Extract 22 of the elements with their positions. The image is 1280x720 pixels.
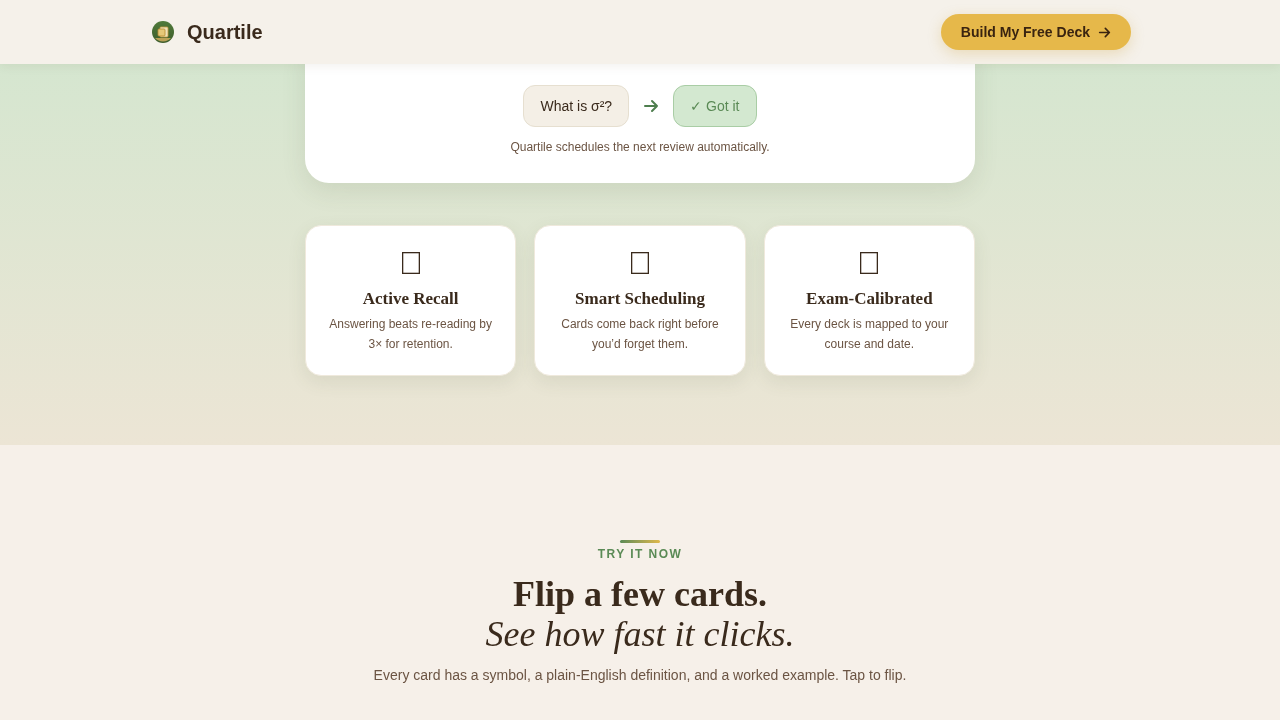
- accent-bar: [620, 540, 660, 543]
- arrow-right-icon: [1098, 25, 1111, 39]
- section-subheading: See how fast it clicks.: [485, 614, 795, 654]
- placeholder-glyph-icon: [631, 252, 649, 274]
- question-chip: What is σ²?: [523, 85, 630, 127]
- logo-icon: [152, 21, 174, 43]
- feature-title: Active Recall: [362, 289, 459, 309]
- feature-title: Smart Scheduling: [575, 289, 705, 309]
- feature-description: Every deck is mapped to your course and date.: [789, 316, 950, 353]
- feature-title: Exam-Calibrated: [806, 289, 933, 309]
- feature-description: Answering beats re-reading by 3× for retention.: [328, 316, 494, 353]
- section-heading: Flip a few cards.: [513, 574, 767, 614]
- brand-name: Quartile: [187, 20, 263, 45]
- arrow-right-icon: [643, 98, 660, 114]
- answer-chip: ✓ Got it: [673, 85, 757, 127]
- demo-caption: Quartile schedules the next review automatically.: [510, 139, 770, 155]
- build-deck-button[interactable]: Build My Free Deck: [940, 14, 1131, 50]
- section-eyebrow: TRY IT NOW: [597, 546, 683, 562]
- feature-description: Cards come back right before you’d forget them.: [560, 316, 720, 353]
- placeholder-glyph-icon: [860, 252, 879, 274]
- placeholder-glyph-icon: [401, 252, 420, 274]
- section-description: Every card has a symbol, a plain-English definition, and a worked example. Tap to flip.: [373, 666, 907, 685]
